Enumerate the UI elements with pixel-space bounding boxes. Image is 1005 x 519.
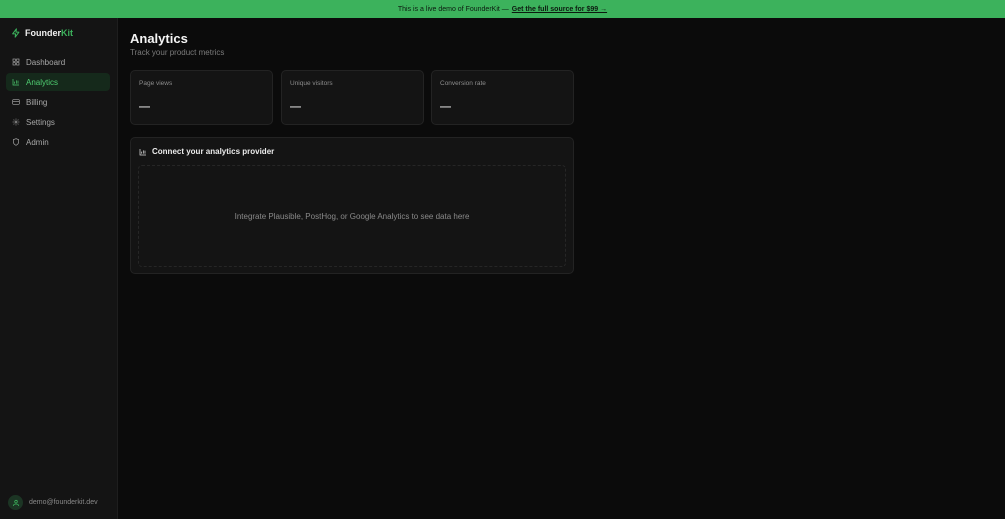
metric-card-page-views: Page views — [130,70,273,125]
empty-state: Integrate Plausible, PostHog, or Google … [138,165,566,267]
sidebar-item-label: Admin [26,137,49,147]
sidebar-item-label: Billing [26,97,48,107]
brand-logo[interactable]: FounderKit [11,27,73,39]
user-email: demo@founderkit.dev [29,499,98,506]
metric-value: — [440,101,451,113]
credit-card-icon [12,99,20,105]
sidebar: FounderKit Dashboard Analytics Billing S… [0,18,118,519]
bar-chart-icon [12,79,19,86]
metric-value: — [139,101,150,113]
metric-label: Conversion rate [440,80,486,87]
sidebar-item-analytics[interactable]: Analytics [6,73,110,91]
panel-header: Connect your analytics provider [139,147,274,156]
metric-card-unique-visitors: Unique visitors — [281,70,424,125]
avatar [8,495,23,510]
sidebar-item-label: Dashboard [26,57,66,67]
empty-state-message: Integrate Plausible, PostHog, or Google … [234,211,470,221]
metric-value: — [290,101,301,113]
sidebar-item-label: Settings [26,117,55,127]
metric-label: Unique visitors [290,80,333,87]
gear-icon [12,118,20,126]
get-source-link[interactable]: Get the full source for $99 → [512,6,607,13]
sidebar-item-label: Analytics [26,77,59,87]
metric-label: Page views [139,80,173,87]
page-subtitle: Track your product metrics [130,48,225,57]
analytics-provider-panel: Connect your analytics provider Integrat… [130,137,574,274]
user-icon [12,499,19,506]
grid-icon [12,58,20,66]
sidebar-item-settings[interactable]: Settings [6,113,110,131]
shield-icon [13,138,19,146]
sidebar-item-admin[interactable]: Admin [6,133,110,151]
banner-text: This is a live demo of FounderKit — [397,5,509,13]
sidebar-item-billing[interactable]: Billing [6,93,110,111]
panel-title: Connect your analytics provider [152,147,275,156]
brand-name: FounderKit [25,28,73,38]
sidebar-nav: Dashboard Analytics Billing Settings Adm… [6,53,110,153]
page-title: Analytics [130,31,188,46]
zap-icon [12,28,20,38]
bar-chart-icon [139,148,146,155]
user-account[interactable]: demo@founderkit.dev [8,495,98,510]
demo-banner: This is a live demo of FounderKit — Get … [0,0,1005,18]
metric-card-conversion-rate: Conversion rate — [431,70,574,125]
sidebar-item-dashboard[interactable]: Dashboard [6,53,110,71]
